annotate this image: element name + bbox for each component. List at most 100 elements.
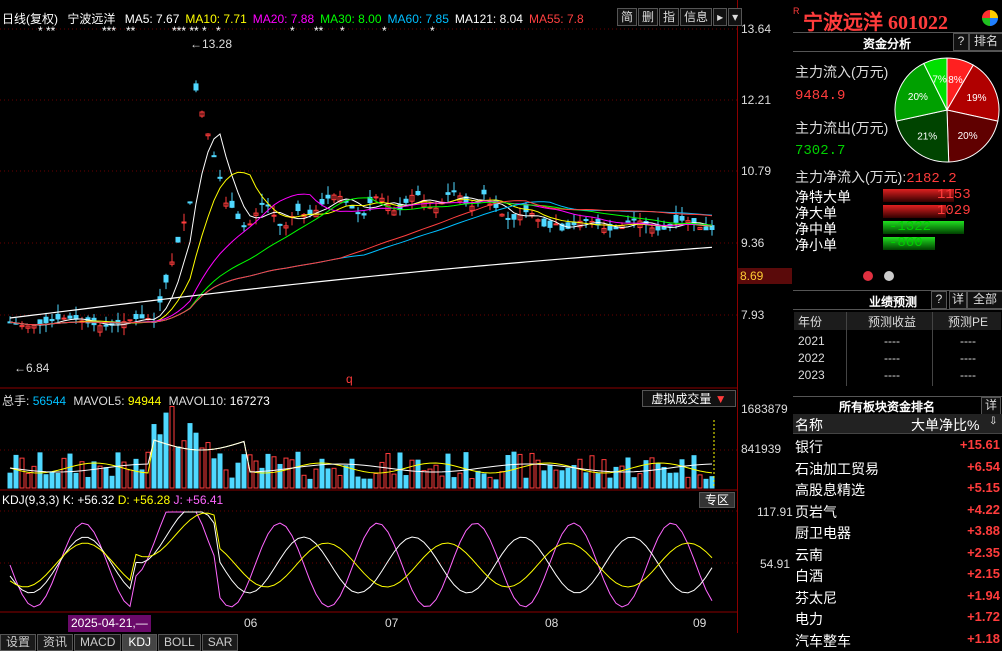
sector-row[interactable]: 汽车整车 +1.18 xyxy=(793,629,1002,650)
q-marker: q xyxy=(346,372,353,386)
kdj-label: KDJ(9,3,3) xyxy=(2,493,60,507)
low-marker-value: 6.84 xyxy=(26,361,50,375)
volume-bar xyxy=(613,466,619,489)
candle-body xyxy=(355,212,361,215)
tab-macd[interactable]: MACD xyxy=(74,634,122,651)
volume-bar xyxy=(37,452,43,489)
sector-row[interactable]: 石油加工贸易 +6.54 xyxy=(793,457,1002,478)
sector-col-value[interactable]: 大单净比% xyxy=(911,415,989,435)
tab-sar[interactable]: SAR xyxy=(201,634,239,651)
candle-body xyxy=(511,214,517,220)
virtual-volume-label: 虚拟成交量 xyxy=(651,392,712,406)
volume-tick-0: 1683879 xyxy=(741,402,788,416)
sector-row[interactable]: 厨卫电器 +3.88 xyxy=(793,521,1002,542)
sector-row[interactable]: 高股息精选 +5.15 xyxy=(793,478,1002,499)
forecast-table: 年份 预测收益 预测PE 2021 ---- ---- 2022 ---- ---- 2023 --… xyxy=(794,312,1001,394)
tab-settings[interactable]: 设置 xyxy=(0,634,37,651)
sector-value: +4.22 xyxy=(967,501,1000,517)
tab-kdj[interactable]: KDJ xyxy=(122,634,158,651)
forecast-header-cell: 年份 xyxy=(798,315,823,329)
volume-bar xyxy=(103,467,109,489)
sector-row[interactable]: 页岩气 +4.22 xyxy=(793,500,1002,521)
sector-value: +1.72 xyxy=(967,609,1000,624)
flow-value: 1029 xyxy=(937,203,971,219)
sector-col-name[interactable]: 名称 xyxy=(795,415,823,435)
forecast-all-button[interactable]: 全部 xyxy=(967,291,1002,309)
forecast-help-button[interactable]: ? xyxy=(931,291,947,309)
price-tick-0: 13.64 xyxy=(741,22,772,36)
forecast-detail-button[interactable]: 详 xyxy=(949,291,967,309)
forecast-cell: 2021 xyxy=(798,334,825,348)
sector-name: 汽车整车 xyxy=(795,632,851,649)
page-dot-active[interactable] xyxy=(863,271,873,281)
candle-body xyxy=(361,213,367,216)
sort-down-icon[interactable]: ⇩ xyxy=(989,416,997,427)
ma121-line xyxy=(9,246,713,319)
volume-bar xyxy=(685,476,691,489)
page-dot[interactable] xyxy=(884,271,894,281)
volume-bar xyxy=(115,452,121,489)
sector-name: 厨卫电器 xyxy=(795,525,851,541)
forecast-cell: ---- xyxy=(884,368,900,382)
volume-bar xyxy=(43,474,49,489)
volume-bar xyxy=(169,405,175,489)
fund-help-button[interactable]: ? xyxy=(953,33,969,51)
inflow-label: 主力流入(万元) xyxy=(795,64,889,80)
sector-row[interactable]: 银行 +15.61 xyxy=(793,435,1002,456)
candle-body xyxy=(679,216,685,221)
candle-body xyxy=(235,213,241,220)
sector-list: 银行 +15.61 石油加工贸易 +6.54 高股息精选 +5.15 页岩气 +4.22 厨卫电… xyxy=(793,435,1002,651)
mavol5-value: 94944 xyxy=(127,394,162,408)
volume-bar xyxy=(85,476,91,489)
fund-pie-chart: 8% 19% 20% 21% 20% 7% xyxy=(894,57,1000,163)
volume-bar xyxy=(673,472,679,489)
forecast-header-cell: 预测PE xyxy=(947,315,988,329)
volume-bar xyxy=(79,461,85,489)
rank-tab[interactable]: 排名 xyxy=(969,33,1002,51)
forecast-cell: ---- xyxy=(960,368,976,382)
tab-news[interactable]: 资讯 xyxy=(37,634,74,651)
candle-body xyxy=(673,214,679,223)
sector-row[interactable]: 白酒 +2.15 xyxy=(793,564,1002,585)
volume-bar xyxy=(637,473,643,489)
volume-bar xyxy=(379,461,385,489)
volume-bar xyxy=(703,478,709,489)
net-inflow-value: 2182.2 xyxy=(906,171,957,187)
sector-value: +2.15 xyxy=(967,566,1000,581)
volume-bar xyxy=(499,470,505,489)
sector-name: 高股息精选 xyxy=(795,482,865,498)
chart-area[interactable] xyxy=(0,0,738,633)
forecast-cell: ---- xyxy=(884,334,900,348)
volume-bar xyxy=(343,465,349,489)
volume-bar xyxy=(19,457,25,489)
sector-row[interactable]: 芬太尼 +1.94 xyxy=(793,586,1002,607)
volume-bar xyxy=(355,476,361,489)
candle-body xyxy=(181,221,187,224)
volume-total-label: 总手: xyxy=(2,394,30,408)
price-tick-1: 12.21 xyxy=(741,93,772,107)
volume-bar xyxy=(451,477,457,489)
volume-bar xyxy=(307,478,313,489)
outflow-value: 7302.7 xyxy=(795,143,846,159)
pie-label: 8% xyxy=(948,75,963,86)
volume-bar xyxy=(655,462,661,489)
sector-detail-button[interactable]: 详 xyxy=(981,397,1001,415)
net-inflow: 主力净流入(万元):2182.2 xyxy=(795,167,957,187)
high-marker-value: 13.28 xyxy=(202,37,233,51)
tab-boll[interactable]: BOLL xyxy=(158,634,201,651)
zone-button[interactable]: 专区 xyxy=(699,492,735,508)
fund-analysis-tab[interactable]: 资金分析 xyxy=(863,35,911,52)
ma-line xyxy=(9,200,713,326)
pie-chart-icon[interactable] xyxy=(982,10,998,26)
virtual-volume-button[interactable]: 虚拟成交量 ▼ xyxy=(642,390,736,407)
volume-bar xyxy=(97,465,103,489)
chart-canvas[interactable] xyxy=(0,0,738,633)
volume-bar xyxy=(403,475,409,489)
volume-bar xyxy=(175,446,181,489)
ma-line xyxy=(9,133,713,326)
sector-row[interactable]: 云南 +2.35 xyxy=(793,543,1002,564)
volume-bar xyxy=(667,472,673,489)
star-mark: * xyxy=(382,24,387,38)
sector-value: +1.18 xyxy=(967,630,1000,646)
sector-row[interactable]: 电力 +1.72 xyxy=(793,607,1002,628)
